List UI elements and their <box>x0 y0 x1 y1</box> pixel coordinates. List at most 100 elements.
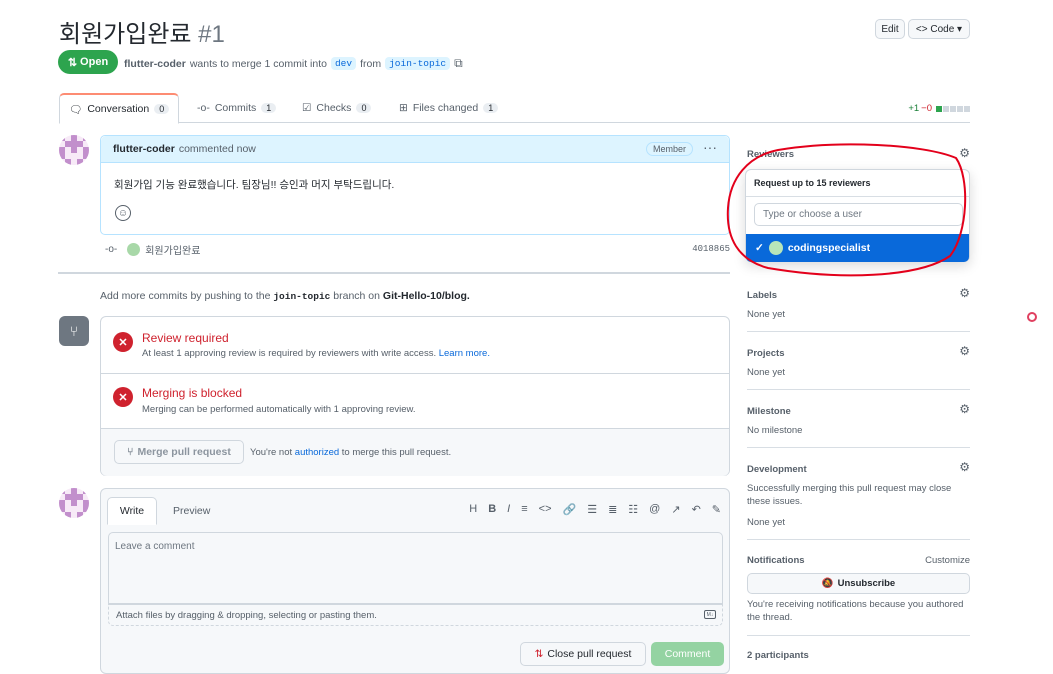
review-required-text: At least 1 approving review is required … <box>142 348 437 359</box>
base-branch[interactable]: dev <box>330 57 357 70</box>
popup-title: Request up to 15 reviewers <box>746 170 969 197</box>
additions: +1 <box>908 103 920 114</box>
customize-link[interactable]: Customize <box>925 555 970 566</box>
check-icon: ✓ <box>755 242 764 254</box>
checklist-icon: ☑ <box>302 102 312 114</box>
comment-textarea[interactable]: Leave a comment <box>108 532 723 604</box>
tab-counter: 1 <box>483 103 499 113</box>
development-gear-icon[interactable]: ⚙ <box>959 460 970 474</box>
code-icon[interactable]: <> <box>539 503 552 516</box>
tab-label: Conversation <box>87 103 150 115</box>
milestone-section: Milestone ⚙ No milestone <box>747 390 970 448</box>
diffstat: +1 −0 <box>908 103 970 114</box>
reviewer-name: codingspecialist <box>787 242 871 254</box>
open-label: Open <box>80 56 109 68</box>
projects-gear-icon[interactable]: ⚙ <box>959 344 970 358</box>
add-more-commits: Add more commits by pushing to the join-… <box>100 290 470 302</box>
reply-icon[interactable]: ↶ <box>692 503 701 516</box>
tab-label: Checks <box>316 102 352 114</box>
author-avatar[interactable] <box>59 135 89 165</box>
code-button[interactable]: <> Code ▾ <box>908 19 970 39</box>
close-button-label: Close pull request <box>547 648 632 660</box>
learn-more-link[interactable]: Learn more. <box>439 348 490 359</box>
link-icon[interactable]: 🔗 <box>563 503 577 516</box>
add-more-text: branch on <box>333 290 380 302</box>
projects-value: None yet <box>747 367 786 378</box>
comment-author[interactable]: flutter-coder <box>113 143 175 155</box>
smiley-icon[interactable]: ☺ <box>115 205 131 221</box>
reviewer-search-input[interactable]: Type or choose a user <box>754 203 963 226</box>
x-circle-icon: ✕ <box>113 387 133 407</box>
comment-button[interactable]: Comment <box>651 642 724 666</box>
italic-icon[interactable]: I <box>507 503 510 516</box>
commit-message[interactable]: 회원가입완료 <box>145 242 200 257</box>
tab-write[interactable]: Write <box>107 497 157 525</box>
tab-counter: 0 <box>154 104 170 114</box>
tab-conversation[interactable]: 🗨 Conversation 0 <box>59 93 180 124</box>
reviewer-option-selected[interactable]: ✓ codingspecialist <box>746 234 969 262</box>
bulleted-list-icon[interactable]: ☰ <box>587 503 597 516</box>
review-required-section: ✕ Review required At least 1 approving r… <box>101 317 729 374</box>
projects-label[interactable]: Projects <box>747 348 785 359</box>
tab-preview[interactable]: Preview <box>173 497 210 525</box>
review-required-title: Review required <box>142 331 229 345</box>
projects-section: Projects ⚙ None yet <box>747 332 970 390</box>
reviewers-gear-icon[interactable]: ⚙ <box>959 146 970 160</box>
unsubscribe-button[interactable]: 🔕 Unsubscribe <box>747 573 970 594</box>
labels-label[interactable]: Labels <box>747 290 777 301</box>
review-required-sub: At least 1 approving review is required … <box>142 348 490 359</box>
commit-avatar <box>127 242 141 256</box>
cross-reference-icon[interactable]: ↗ <box>671 503 680 516</box>
current-user-avatar <box>59 488 89 518</box>
tab-checks[interactable]: ☑ Checks 0 <box>302 93 372 123</box>
pr-tabs: 🗨 Conversation 0 -o- Commits 1 ☑ Checks … <box>59 93 970 124</box>
commit-sha[interactable]: 4018865 <box>692 244 730 254</box>
pr-number: #1 <box>198 21 225 48</box>
not-auth-suffix: to merge this pull request. <box>341 447 452 458</box>
git-merge-icon: ⑂ <box>127 446 134 458</box>
milestone-gear-icon[interactable]: ⚙ <box>959 402 970 416</box>
labels-gear-icon[interactable]: ⚙ <box>959 286 970 300</box>
milestone-label[interactable]: Milestone <box>747 406 791 417</box>
member-badge: Member <box>645 142 693 156</box>
task-list-icon[interactable]: ☷ <box>628 503 638 516</box>
notifications-label: Notifications <box>747 555 805 566</box>
tab-files-changed[interactable]: ⊞ Files changed 1 <box>399 93 499 123</box>
merge-pull-request-button[interactable]: ⑂ Merge pull request <box>114 440 244 464</box>
edit-square-icon[interactable]: ✎ <box>712 503 721 516</box>
markdown-toolbar: H B I ≡ <> 🔗 ☰ ≣ ☷ @ ↗ ↶ ✎ <box>469 503 721 516</box>
diffstat-bar <box>936 105 970 112</box>
notifications-description: You're receiving notifications because y… <box>747 599 964 623</box>
head-branch[interactable]: join-topic <box>385 57 451 70</box>
reviewers-label[interactable]: Reviewers <box>747 149 794 160</box>
pr-title: 회원가입완료 #1 <box>59 14 225 49</box>
merging-blocked-sub: Merging can be performed automatically w… <box>142 404 416 415</box>
development-value: None yet <box>747 517 786 528</box>
quote-icon[interactable]: ≡ <box>521 503 527 516</box>
development-description: Successfully merging this pull request m… <box>747 483 952 507</box>
copy-icon[interactable]: ⧉ <box>454 56 463 71</box>
merge-box: ✕ Review required At least 1 approving r… <box>100 316 730 476</box>
heading-icon[interactable]: H <box>469 503 477 516</box>
tab-label: Commits <box>214 102 257 114</box>
author-link[interactable]: flutter-coder <box>124 58 186 70</box>
git-merge-icon: ⑂ <box>59 316 89 346</box>
labels-value: None yet <box>747 309 786 320</box>
edit-button[interactable]: Edit <box>875 19 905 39</box>
commit-icon: -o- <box>105 243 118 255</box>
attach-files-area[interactable]: Attach files by dragging & dropping, sel… <box>108 604 723 626</box>
development-label[interactable]: Development <box>747 464 807 475</box>
open-status-badge: ⇅ Open <box>58 50 118 74</box>
close-pull-request-button[interactable]: ⇅ Close pull request <box>520 642 646 666</box>
numbered-list-icon[interactable]: ≣ <box>608 503 617 516</box>
mention-icon[interactable]: @ <box>649 503 660 516</box>
tab-commits[interactable]: -o- Commits 1 <box>197 93 277 123</box>
kebab-menu-icon[interactable]: ··· <box>703 139 717 155</box>
merging-blocked-section: ✕ Merging is blocked Merging can be perf… <box>101 374 729 429</box>
reviewers-popup: Request up to 15 reviewers Type or choos… <box>745 169 970 262</box>
labels-section: Labels ⚙ None yet <box>747 268 970 332</box>
bold-icon[interactable]: B <box>488 503 496 516</box>
authorized-link[interactable]: authorized <box>295 447 339 458</box>
meta-text-2: from <box>360 57 382 70</box>
tab-counter: 0 <box>356 103 372 113</box>
